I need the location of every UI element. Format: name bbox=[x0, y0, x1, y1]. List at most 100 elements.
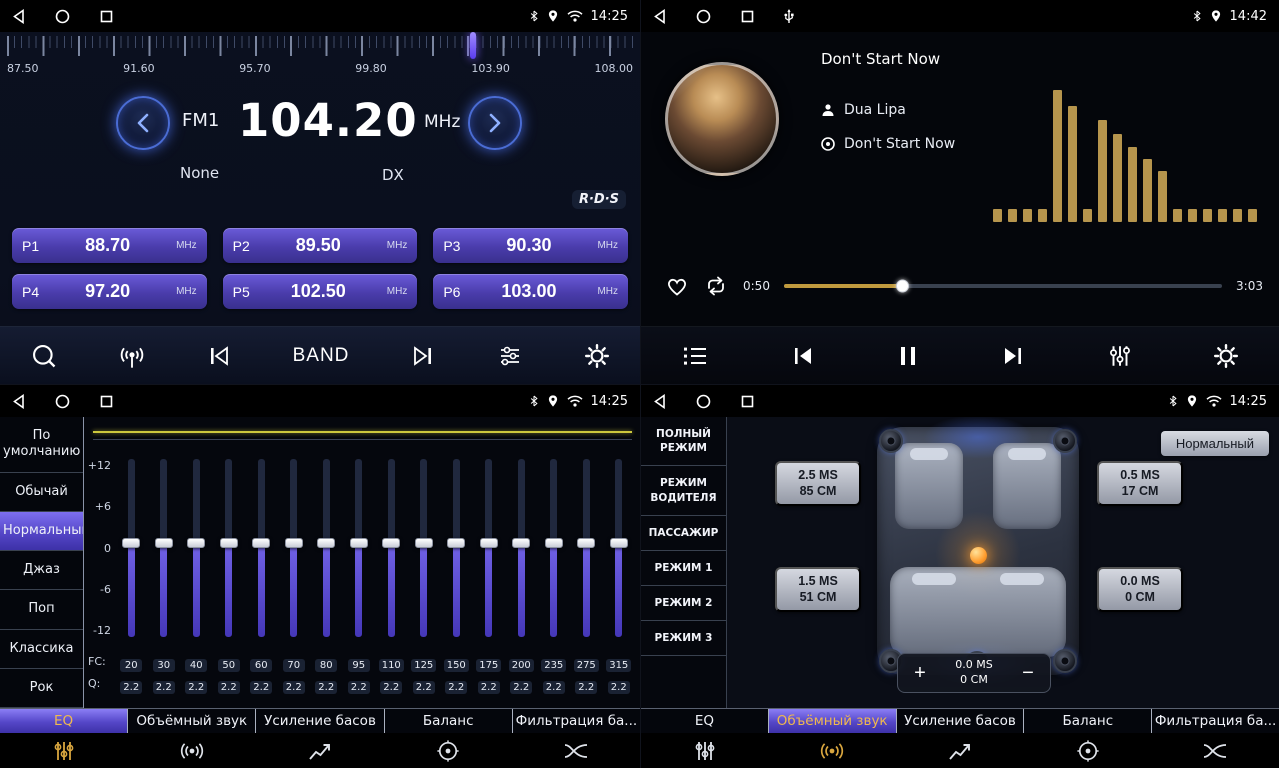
tab-filter[interactable]: Фильтрация ба... bbox=[1152, 709, 1279, 733]
eq-slider-thumb[interactable] bbox=[415, 538, 433, 548]
eq-slider-thumb[interactable] bbox=[480, 538, 498, 548]
eq-slider-thumb[interactable] bbox=[350, 538, 368, 548]
pause-icon[interactable] bbox=[897, 344, 919, 368]
next-station-icon[interactable] bbox=[410, 344, 436, 368]
tab-eq[interactable]: EQ bbox=[641, 709, 769, 733]
progress-bar[interactable] bbox=[784, 284, 1222, 288]
eq-band-slider[interactable] bbox=[355, 459, 362, 637]
next-track-icon[interactable] bbox=[999, 344, 1027, 368]
soundfield-menu-item[interactable]: РЕЖИМ 1 bbox=[641, 551, 726, 586]
surround-sound-icon[interactable] bbox=[769, 733, 897, 768]
favorite-heart-icon[interactable] bbox=[665, 275, 689, 297]
eq-preset-item[interactable]: Нормальный bbox=[0, 512, 83, 551]
eq-band-slider[interactable] bbox=[420, 459, 427, 637]
eq-slider-thumb[interactable] bbox=[610, 538, 628, 548]
equalizer-icon[interactable] bbox=[0, 733, 128, 768]
settings-gear-icon[interactable] bbox=[584, 343, 610, 369]
tab-bass-boost[interactable]: Усиление басов bbox=[897, 709, 1025, 733]
eq-slider-thumb[interactable] bbox=[447, 538, 465, 548]
home-button[interactable] bbox=[696, 9, 711, 24]
back-button[interactable] bbox=[653, 9, 666, 24]
eq-band-slider[interactable] bbox=[128, 459, 135, 637]
eq-slider-thumb[interactable] bbox=[187, 538, 205, 548]
eq-band-slider[interactable] bbox=[453, 459, 460, 637]
eq-band-slider[interactable] bbox=[518, 459, 525, 637]
home-button[interactable] bbox=[696, 394, 711, 409]
eq-band-slider[interactable] bbox=[290, 459, 297, 637]
eq-band-slider[interactable] bbox=[225, 459, 232, 637]
eq-slider-thumb[interactable] bbox=[545, 538, 563, 548]
eq-band-slider[interactable] bbox=[583, 459, 590, 637]
bass-boost-icon[interactable] bbox=[256, 733, 384, 768]
eq-slider-thumb[interactable] bbox=[220, 538, 238, 548]
eq-band-slider[interactable] bbox=[485, 459, 492, 637]
eq-slider-thumb[interactable] bbox=[155, 538, 173, 548]
settings-gear-icon[interactable] bbox=[1213, 343, 1239, 369]
back-button[interactable] bbox=[653, 394, 666, 409]
eq-slider-thumb[interactable] bbox=[382, 538, 400, 548]
recents-button[interactable] bbox=[741, 10, 754, 23]
home-button[interactable] bbox=[55, 394, 70, 409]
eq-preset-item[interactable]: Классика bbox=[0, 630, 83, 669]
tab-bass-boost[interactable]: Усиление басов bbox=[256, 709, 384, 733]
rear-right-delay-chip[interactable]: 0.0 MS 0 CM bbox=[1097, 567, 1183, 612]
tab-filter[interactable]: Фильтрация ба... bbox=[513, 709, 640, 733]
equalizer-faders-icon[interactable] bbox=[1107, 343, 1133, 369]
tab-balance[interactable]: Баланс bbox=[1024, 709, 1152, 733]
filter-icon[interactable] bbox=[1151, 733, 1279, 768]
back-button[interactable] bbox=[12, 9, 25, 24]
eq-slider-thumb[interactable] bbox=[285, 538, 303, 548]
eq-preset-item[interactable]: По умолчанию bbox=[0, 417, 83, 473]
tab-surround-sound[interactable]: Объёмный звук bbox=[128, 709, 256, 733]
eq-slider-thumb[interactable] bbox=[577, 538, 595, 548]
front-right-delay-chip[interactable]: 0.5 MS 17 CM bbox=[1097, 461, 1183, 506]
eq-preset-item[interactable]: Джаз bbox=[0, 551, 83, 590]
eq-band-slider[interactable] bbox=[193, 459, 200, 637]
eq-slider-thumb[interactable] bbox=[317, 538, 335, 548]
preset-p5[interactable]: P5102.50MHz bbox=[223, 274, 418, 309]
recents-button[interactable] bbox=[741, 395, 754, 408]
preset-p6[interactable]: P6103.00MHz bbox=[433, 274, 628, 309]
tab-eq[interactable]: EQ bbox=[0, 709, 128, 733]
bass-boost-icon[interactable] bbox=[896, 733, 1024, 768]
balance-icon[interactable] bbox=[1024, 733, 1152, 768]
eq-preset-item[interactable]: Рок bbox=[0, 669, 83, 708]
front-left-delay-chip[interactable]: 2.5 MS 85 CM bbox=[775, 461, 861, 506]
tuning-indicator[interactable] bbox=[470, 32, 476, 59]
recents-button[interactable] bbox=[100, 395, 113, 408]
increase-delay-button[interactable]: + bbox=[904, 658, 936, 688]
playlist-icon[interactable] bbox=[681, 344, 709, 368]
eq-band-slider[interactable] bbox=[550, 459, 557, 637]
previous-track-icon[interactable] bbox=[789, 344, 817, 368]
listening-position-handle[interactable] bbox=[970, 547, 987, 564]
eq-band-slider[interactable] bbox=[615, 459, 622, 637]
preset-p4[interactable]: P497.20MHz bbox=[12, 274, 207, 309]
soundfield-menu-item[interactable]: РЕЖИМ 3 bbox=[641, 621, 726, 656]
filter-icon[interactable] bbox=[512, 733, 640, 768]
tab-surround-sound[interactable]: Объёмный звук bbox=[769, 709, 897, 733]
repeat-icon[interactable] bbox=[703, 275, 729, 297]
tune-down-button[interactable] bbox=[116, 96, 170, 150]
recents-button[interactable] bbox=[100, 10, 113, 23]
surround-sound-icon[interactable] bbox=[128, 733, 256, 768]
soundfield-menu-item[interactable]: РЕЖИМ 2 bbox=[641, 586, 726, 621]
band-button[interactable]: BAND bbox=[293, 345, 350, 367]
balance-icon[interactable] bbox=[384, 733, 512, 768]
eq-preset-item[interactable]: Поп bbox=[0, 590, 83, 629]
decrease-delay-button[interactable]: − bbox=[1012, 658, 1044, 688]
home-button[interactable] bbox=[55, 9, 70, 24]
soundfield-menu-item[interactable]: РЕЖИМ ВОДИТЕЛЯ bbox=[641, 466, 726, 515]
back-button[interactable] bbox=[12, 394, 25, 409]
preset-p1[interactable]: P188.70MHz bbox=[12, 228, 207, 263]
scan-icon[interactable] bbox=[30, 342, 58, 370]
tab-balance[interactable]: Баланс bbox=[385, 709, 513, 733]
eq-band-slider[interactable] bbox=[160, 459, 167, 637]
broadcast-antenna-icon[interactable] bbox=[118, 343, 146, 369]
eq-band-slider[interactable] bbox=[323, 459, 330, 637]
progress-thumb[interactable] bbox=[896, 280, 909, 293]
eq-band-slider[interactable] bbox=[258, 459, 265, 637]
eq-preset-item[interactable]: Обычай bbox=[0, 473, 83, 512]
equalizer-icon[interactable] bbox=[641, 733, 769, 768]
preset-p2[interactable]: P289.50MHz bbox=[223, 228, 418, 263]
eq-slider-thumb[interactable] bbox=[252, 538, 270, 548]
